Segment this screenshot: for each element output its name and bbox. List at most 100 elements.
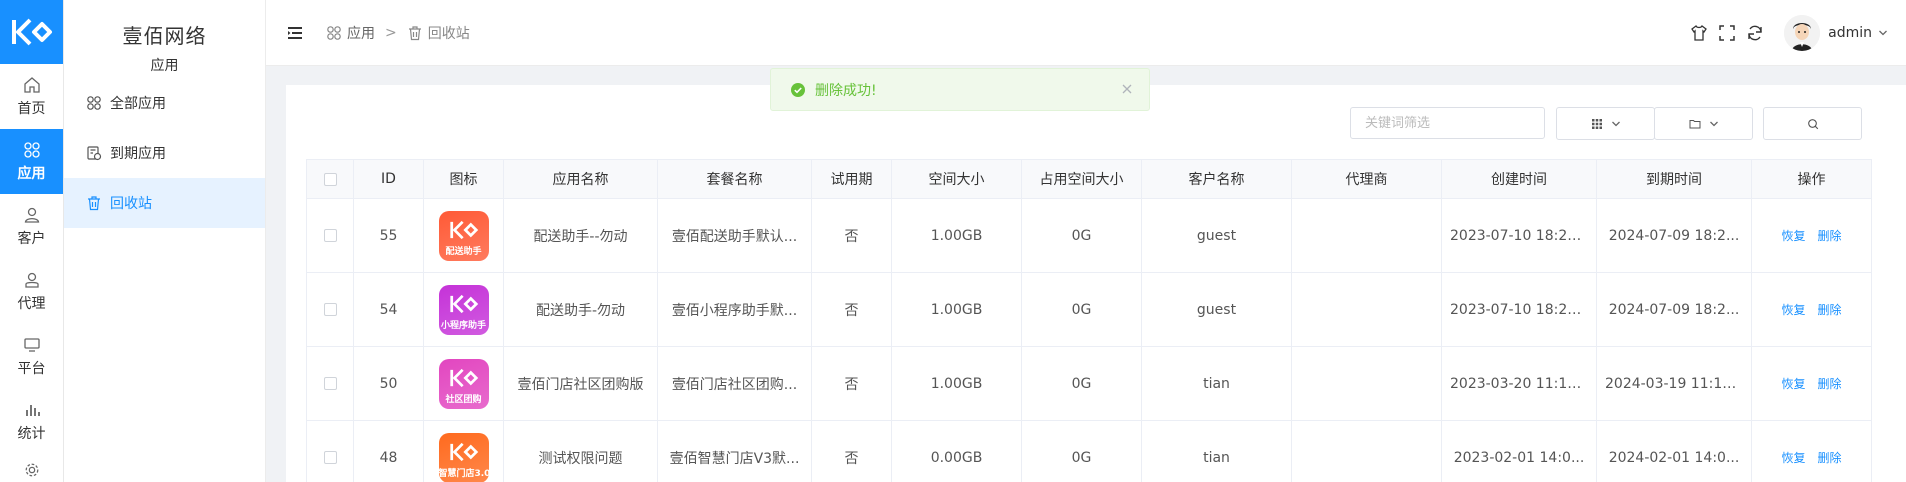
app-logo-icon [449,442,478,461]
app-logo-icon [449,294,478,313]
expire-time-cell: 2024-03-19 11:12:... [1597,347,1752,420]
customer-name-cell: guest [1142,199,1292,272]
created-time-cell: 2023-03-20 11:12... [1442,347,1597,420]
restore-button[interactable]: 恢复 [1781,227,1805,244]
rail-item-customers[interactable]: 客户 [0,194,63,259]
rail-item-settings[interactable] [0,454,63,482]
rail-item-stats[interactable]: 统计 [0,389,63,454]
app-name-cell: 测试权限问题 [504,421,658,482]
apps-icon [87,96,101,110]
rail-item-agents[interactable]: 代理 [0,259,63,324]
space-size: 0.00GB [930,449,983,466]
trial-flag: 否 [844,228,859,245]
app-id: 50 [379,375,398,392]
used-space: 0G [1071,227,1092,244]
package-name: 壹佰门店社区团购... [671,376,798,393]
app-name: 配送助手-勿动 [535,302,626,319]
column-header: 客户名称 [1142,160,1292,198]
space-size-cell: 1.00GB [892,347,1022,420]
select-all-checkbox[interactable] [323,172,337,186]
customer-name-cell: tian [1142,347,1292,420]
breadcrumb-current: 回收站 [427,25,470,42]
toast-message: 删除成功! [815,82,877,99]
user-menu[interactable]: admin [1828,25,1888,41]
sidebar-item-all-apps[interactable]: 全部应用 [64,78,265,128]
column-header: 代理商 [1292,160,1442,198]
sidebar-brand: 壹佰网络 应用 [64,0,265,78]
package-name: 壹佰小程序助手默... [671,302,798,319]
package-name: 壹佰配送助手默认... [671,228,798,245]
layout-toggle-button[interactable] [1556,107,1655,140]
app-icon-tag: 智慧门店3.0 [438,468,489,479]
breadcrumb-root[interactable]: 应用 [347,23,375,43]
column-header: 创建时间 [1442,160,1597,198]
delete-button[interactable]: 删除 [1818,375,1842,392]
app-name: 配送助手--勿动 [533,228,628,245]
rail-item-home[interactable]: 首页 [0,64,63,129]
brand-name: 壹佰网络 [122,24,207,48]
restore-button[interactable]: 恢复 [1781,301,1805,318]
expire-time-cell: 2024-02-01 14:0... [1597,421,1752,482]
app-icon-tag: 小程序助手 [440,320,486,331]
delete-button[interactable]: 删除 [1818,449,1842,466]
table-row: 54 小程序助手 配送助手-勿动 壹佰小程序助手默... 否 1.00GB 0G guest 2… [306,273,1872,347]
app-name: 壹佰门店社区团购版 [517,376,644,393]
sidebar-item-expired-apps[interactable]: 到期应用 [64,128,265,178]
app-logo-icon [449,220,478,239]
rail-item-platform[interactable]: 平台 [0,324,63,389]
restore-button[interactable]: 恢复 [1781,375,1805,392]
row-select-cell [306,273,354,346]
avatar-icon [1784,15,1821,51]
column-header: 套餐名称 [658,160,812,198]
app-icon-tag: 社区团购 [445,394,482,405]
agent-name-cell [1292,199,1442,272]
refresh-icon[interactable] [1746,24,1764,42]
trial-flag-cell: 否 [812,347,892,420]
app-id: 54 [379,301,398,318]
user-icon [24,207,39,223]
created-time: 2023-02-01 14:0... [1453,449,1585,466]
close-icon[interactable] [1121,83,1133,95]
column-header: 到期时间 [1597,160,1752,198]
rail-item-apps[interactable]: 应用 [0,129,63,194]
app-name-cell: 配送助手--勿动 [504,199,658,272]
fullscreen-icon[interactable] [1718,24,1736,42]
shirt-icon[interactable] [1690,24,1708,42]
logo-icon [11,18,52,46]
row-checkbox[interactable] [323,303,337,316]
delete-button[interactable]: 删除 [1818,301,1842,318]
table-row: 48 智慧门店3.0 测试权限问题 壹佰智慧门店V3默... 否 0.00GB 0G tian… [306,421,1872,482]
breadcrumb: 应用 > 回收站 [326,23,470,43]
app-name-cell: 配送助手-勿动 [504,273,658,346]
sidebar-item-recycle-bin[interactable]: 回收站 [64,178,265,228]
column-header[interactable]: ID [354,160,424,198]
brand-logo[interactable] [0,0,63,64]
rail-item-label: 首页 [17,100,46,117]
row-checkbox[interactable] [323,451,337,464]
row-checkbox[interactable] [323,229,337,242]
agent-name-cell [1292,347,1442,420]
customer-name: guest [1196,301,1237,318]
restore-button[interactable]: 恢复 [1781,449,1805,466]
id-cell: 55 [354,199,424,272]
space-size-cell: 1.00GB [892,199,1022,272]
rail-item-label: 应用 [17,165,46,182]
expire-time-cell: 2024-07-09 18:2... [1597,199,1752,272]
row-checkbox[interactable] [323,377,337,390]
keyword-filter-input[interactable] [1350,107,1545,139]
avatar[interactable] [1784,15,1821,51]
search-button[interactable] [1763,107,1862,140]
gear-icon [25,463,38,477]
space-size-cell: 1.00GB [892,273,1022,346]
chevron-down-icon [1611,121,1620,126]
top-header: 应用 > 回收站 admin [266,0,1906,66]
folder-filter-button[interactable] [1654,107,1753,140]
menu-toggle-icon[interactable] [286,24,304,42]
chevron-down-icon [1879,30,1887,36]
delete-button[interactable]: 删除 [1818,227,1842,244]
row-select-cell [306,347,354,420]
app-id: 48 [379,449,398,466]
rail-item-label: 代理 [17,295,46,312]
space-size-cell: 0.00GB [892,421,1022,482]
created-time: 2023-07-10 18:26... [1450,227,1588,244]
